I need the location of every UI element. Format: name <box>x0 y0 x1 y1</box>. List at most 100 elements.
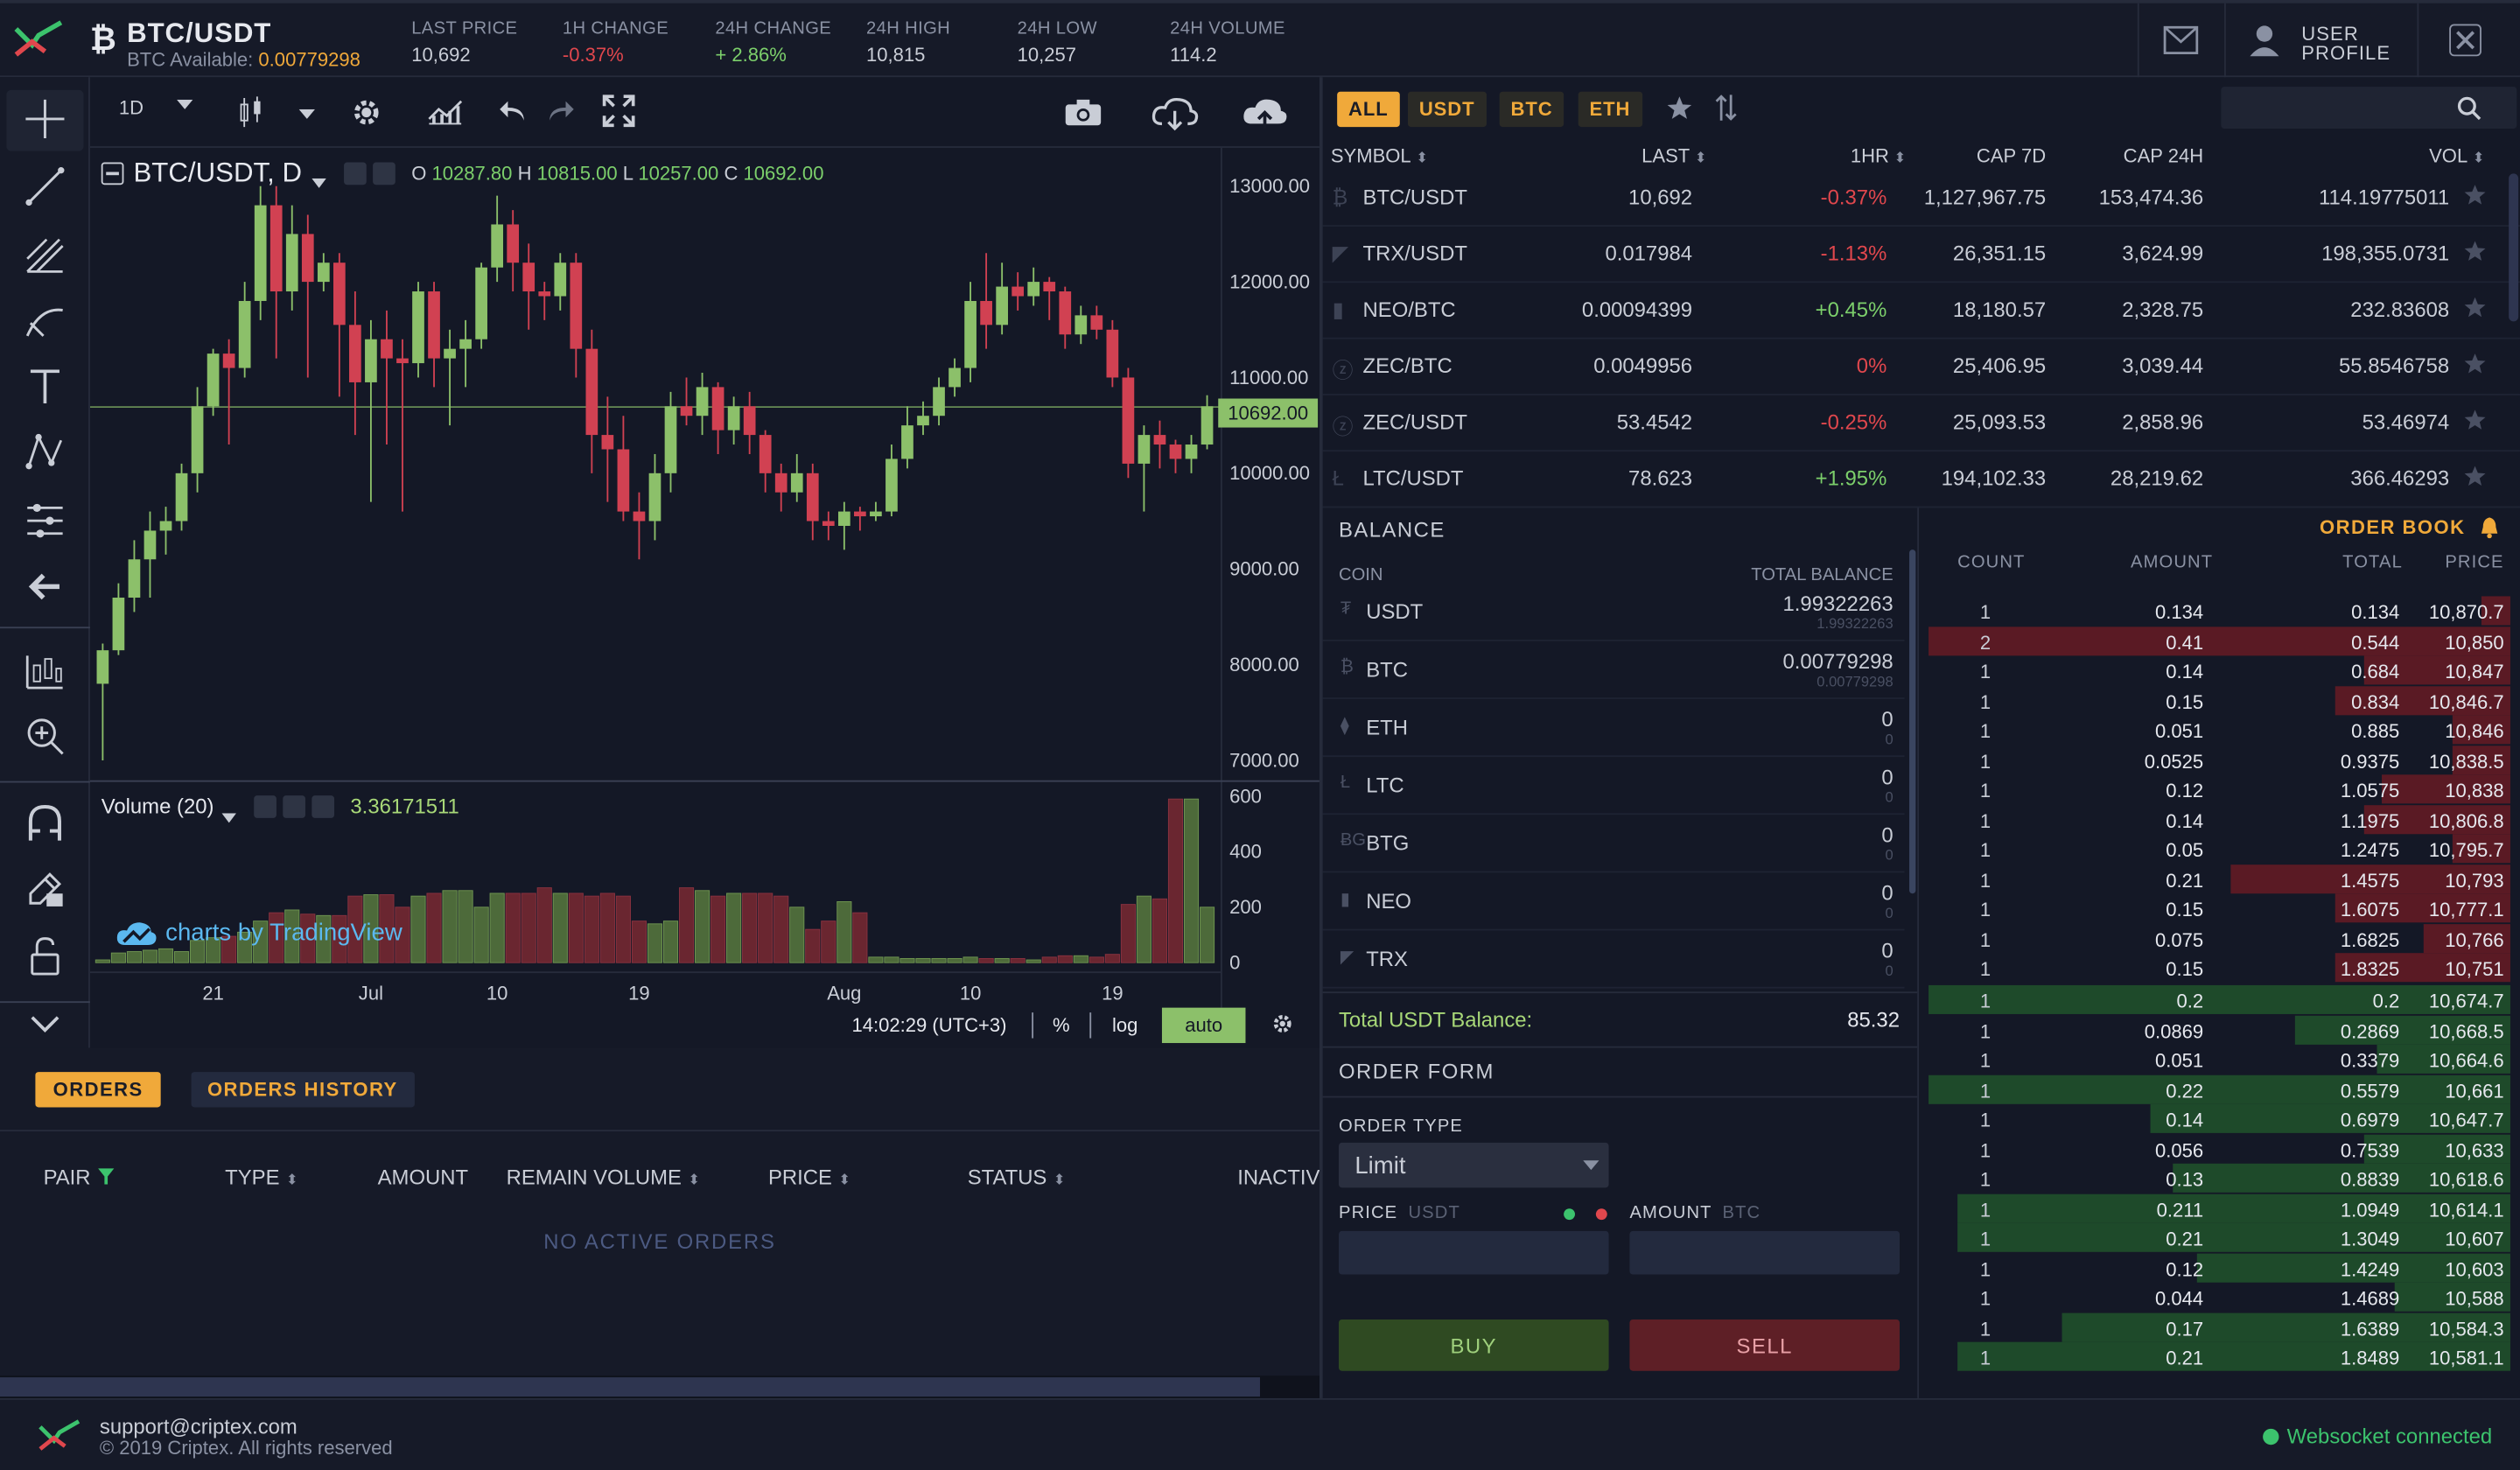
ask-row[interactable]: 1 0.15 0.834 10,846.7 <box>1928 685 2510 715</box>
favorite-star-icon[interactable] <box>2464 409 2487 436</box>
ask-row[interactable]: 1 0.14 1.1975 10,806.8 <box>1928 804 2510 834</box>
ask-row[interactable]: 1 0.12 1.0575 10,838 <box>1928 774 2510 804</box>
market-row[interactable]: ⓩ ZEC/USDT 53.4542 -0.25% 25,093.53 2,858.96 5… <box>1322 396 2520 452</box>
redo-icon[interactable] <box>546 100 575 122</box>
eye-icon[interactable] <box>344 162 367 186</box>
order-type-select[interactable]: Limit <box>1338 1142 1609 1188</box>
chevron-down-icon[interactable] <box>298 108 315 119</box>
orders-col-amount[interactable]: AMOUNT <box>378 1166 468 1190</box>
chart-symbol-title[interactable]: BTC/USDT, D <box>133 158 302 190</box>
market-scrollbar[interactable] <box>2509 173 2519 322</box>
favorite-star-icon[interactable] <box>2464 183 2487 210</box>
mail-icon[interactable] <box>2163 25 2199 62</box>
ask-row[interactable]: 1 0.134 0.134 10,870.7 <box>1928 596 2510 626</box>
cloud-download-icon[interactable] <box>1151 96 1199 131</box>
sort-icon[interactable]: ⬍ <box>688 1172 700 1187</box>
user-profile-button[interactable]: USER PROFILE <box>2301 24 2390 63</box>
lock-edit-icon[interactable] <box>13 864 77 913</box>
bid-row[interactable]: 1 0.051 0.3379 10,664.6 <box>1928 1044 2510 1074</box>
brush-icon[interactable] <box>13 298 77 346</box>
orders-col-type[interactable]: TYPE ⬍ <box>225 1166 298 1190</box>
price-chart[interactable]: 13000.00 12000.00 11000.00 10000.00 9000.00 8… <box>89 147 1320 1048</box>
undo-icon[interactable] <box>498 100 527 122</box>
sort-icon[interactable]: ⬍ <box>2473 150 2485 165</box>
filter-icon[interactable] <box>98 1166 116 1190</box>
market-col-1hr[interactable]: 1HR ⬍ <box>1736 144 1906 167</box>
orders-col-pair[interactable]: PAIR <box>44 1166 116 1190</box>
pattern-icon[interactable] <box>13 428 77 476</box>
balance-scrollbar[interactable] <box>1909 550 1916 894</box>
filter-usdt[interactable]: USDT <box>1407 91 1487 128</box>
favorite-star-icon[interactable] <box>2464 296 2487 323</box>
sort-icon[interactable]: ⬍ <box>286 1172 298 1187</box>
bid-row[interactable]: 1 0.21 1.3049 10,607 <box>1928 1222 2510 1252</box>
close-icon[interactable] <box>2449 24 2482 57</box>
ask-row[interactable]: 1 0.21 1.4575 10,793 <box>1928 864 2510 893</box>
bid-row[interactable]: 1 0.12 1.4249 10,603 <box>1928 1252 2510 1282</box>
ask-row[interactable]: 1 0.05 1.2475 10,795.7 <box>1928 834 2510 864</box>
search-icon[interactable] <box>2457 96 2482 129</box>
chevron-down-icon[interactable] <box>177 99 193 109</box>
price-input[interactable] <box>1338 1230 1609 1275</box>
camera-icon[interactable] <box>1064 98 1102 127</box>
market-col-vol[interactable]: VOL ⬍ <box>2314 144 2485 167</box>
orders-col-status[interactable]: STATUS ⬍ <box>968 1166 1066 1190</box>
orders-col-inactive[interactable]: INACTIVE <box>1237 1166 1320 1190</box>
filter-btc[interactable]: BTC <box>1499 91 1564 128</box>
favorite-star-icon[interactable] <box>2464 465 2487 492</box>
zoom-in-icon[interactable] <box>13 712 77 760</box>
bid-row[interactable]: 1 0.056 0.7539 10,633 <box>1928 1133 2510 1163</box>
candles-icon[interactable] <box>238 96 263 129</box>
user-icon[interactable] <box>2247 23 2282 66</box>
chevron-down-icon[interactable] <box>221 802 236 831</box>
fullscreen-icon[interactable] <box>601 94 636 129</box>
market-col-last[interactable]: LAST ⬍ <box>1543 144 1707 167</box>
bid-row[interactable]: 1 0.14 0.6979 10,647.7 <box>1928 1103 2510 1133</box>
settings-gear-icon[interactable] <box>350 96 382 129</box>
percent-toggle[interactable]: % <box>1053 1014 1070 1037</box>
market-col-cap-7d[interactable]: CAP 7D <box>1905 144 2046 167</box>
logo-icon[interactable] <box>13 16 65 60</box>
collapse-legend-icon[interactable] <box>101 162 124 186</box>
ask-row[interactable]: 1 0.051 0.885 10,846 <box>1928 715 2510 745</box>
measure-icon[interactable] <box>13 495 77 543</box>
ask-row[interactable]: 2 0.41 0.544 10,850 <box>1928 626 2510 655</box>
gear-icon[interactable] <box>283 795 305 818</box>
unlock-icon[interactable] <box>13 932 77 980</box>
support-email-link[interactable]: support@criptex.com <box>100 1414 298 1438</box>
ask-row[interactable]: 1 0.15 1.6075 10,777.1 <box>1928 893 2510 923</box>
trend-line-icon[interactable] <box>13 163 77 211</box>
favorite-star-icon[interactable] <box>2464 240 2487 267</box>
orders-hscroll-thumb[interactable] <box>0 1377 1260 1397</box>
favorite-star-icon[interactable] <box>1667 94 1692 129</box>
bid-row[interactable]: 1 0.211 1.0949 10,614.1 <box>1928 1193 2510 1222</box>
amount-input[interactable] <box>1629 1230 1900 1275</box>
favorite-star-icon[interactable] <box>2464 352 2487 379</box>
bid-row[interactable]: 1 0.13 0.8839 10,618.6 <box>1928 1163 2510 1193</box>
gear-icon[interactable] <box>373 162 396 186</box>
bid-row[interactable]: 1 0.21 1.8489 10,581.1 <box>1928 1341 2510 1371</box>
chevron-down-icon[interactable] <box>312 167 326 196</box>
filter-eth[interactable]: ETH <box>1578 91 1642 128</box>
filter-all[interactable]: ALL <box>1337 91 1400 128</box>
sort-icon[interactable]: ⬍ <box>1695 150 1707 165</box>
log-toggle[interactable]: log <box>1112 1014 1138 1037</box>
market-col-symbol[interactable]: SYMBOL ⬍ <box>1331 144 1498 167</box>
market-row[interactable]: ⓩ ZEC/BTC 0.0049956 0% 25,406.95 3,039.44 55.8… <box>1322 340 2520 396</box>
ask-row[interactable]: 1 0.15 1.8325 10,751 <box>1928 953 2510 983</box>
text-icon[interactable] <box>13 361 77 410</box>
bid-row[interactable]: 1 0.22 0.5579 10,661 <box>1928 1074 2510 1103</box>
fib-icon[interactable] <box>13 230 77 278</box>
bid-row[interactable]: 1 0.2 0.2 10,674.7 <box>1928 984 2510 1014</box>
auto-toggle[interactable]: auto <box>1161 1007 1246 1044</box>
crosshair-icon[interactable] <box>13 94 77 143</box>
market-row[interactable]: Ł LTC/USDT 78.623 +1.95% 194,102.33 28,219.62… <box>1322 452 2520 508</box>
chart-settings-gear-icon[interactable] <box>1271 1012 1294 1043</box>
sort-icon[interactable]: ⬍ <box>838 1172 850 1187</box>
interval-select[interactable]: 1D <box>119 96 144 119</box>
bid-row[interactable]: 1 0.0869 0.2869 10,668.5 <box>1928 1014 2510 1044</box>
orders-col-remain-volume[interactable]: REMAIN VOLUME ⬍ <box>507 1166 701 1190</box>
orders-col-price[interactable]: PRICE ⬍ <box>768 1166 850 1190</box>
tradingview-attribution[interactable]: charts by TradingView <box>116 920 402 947</box>
tab-orders-history[interactable]: ORDERS HISTORY <box>191 1072 415 1108</box>
